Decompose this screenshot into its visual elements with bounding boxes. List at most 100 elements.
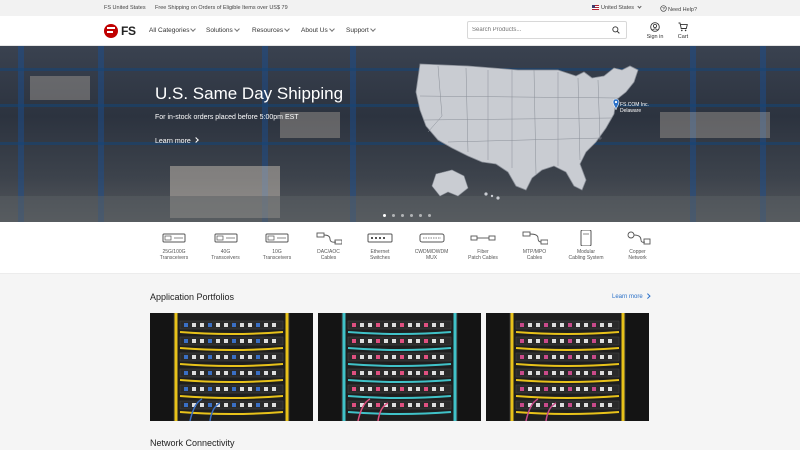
portfolios-learn-more-label: Learn more (612, 294, 643, 300)
category-label: Ethernet Switches (369, 249, 390, 261)
category-label: DAC/AOC Cables (317, 249, 340, 261)
transceiver-icon (265, 233, 289, 243)
category-label: CWDM/DWDM MUX (414, 249, 449, 261)
nav-label: About Us (301, 27, 328, 34)
cart-icon (678, 22, 688, 32)
category-strip: 25G/100G Transceivers 40G Transceivers 10G… (0, 222, 800, 274)
carousel-dot[interactable] (401, 214, 404, 217)
carousel-dot[interactable] (392, 214, 395, 217)
hero-title: U.S. Same Day Shipping (155, 84, 344, 103)
us-flag-icon (592, 5, 599, 10)
category-label: 25G/100G Transceivers (159, 249, 189, 261)
category-item[interactable]: MTP/MPO Cables (508, 230, 562, 261)
chevron-right-icon (192, 137, 199, 143)
category-label: 10G Transceivers (262, 249, 292, 261)
mux-icon (419, 233, 444, 243)
category-item[interactable]: 40G Transceivers (199, 230, 253, 261)
transceiver-icon (214, 233, 237, 243)
warehouse-floor (0, 196, 800, 222)
warehouse-shelf (0, 104, 800, 107)
carousel-dot[interactable] (428, 214, 431, 217)
free-shipping-promo[interactable]: Free Shipping on Orders of Eligible Item… (155, 5, 288, 11)
cart-label: Cart (677, 34, 689, 40)
cart-button[interactable]: Cart (671, 22, 695, 40)
sign-in-button[interactable]: Sign in (643, 22, 667, 40)
portfolio-card-3[interactable] (486, 313, 649, 421)
portfolio-card-1[interactable] (150, 313, 313, 421)
chevron-down-icon (636, 4, 642, 9)
need-help-label: Need Help? (668, 7, 698, 13)
chat-icon (660, 5, 667, 12)
category-item[interactable]: 25G/100G Transceivers (147, 230, 201, 261)
mtp-cable-icon (522, 231, 548, 245)
warehouse-shelf (0, 142, 800, 145)
search-input[interactable] (472, 24, 607, 36)
carousel-dots (383, 214, 431, 217)
chevron-down-icon (190, 26, 197, 32)
server-rack-image (150, 313, 313, 421)
category-label: Fiber Patch Cables (468, 249, 498, 261)
top-utility-bar: FS United States Free Shipping on Orders… (0, 0, 800, 16)
main-header: FS All Categories Solutions Resources Ab… (0, 16, 800, 46)
nav-resources[interactable]: Resources (252, 26, 290, 34)
carousel-dot[interactable] (383, 214, 386, 217)
category-item[interactable]: 10G Transceivers (250, 230, 304, 261)
category-label: Modular Cabling System (568, 249, 604, 261)
chevron-right-icon (644, 293, 650, 299)
user-icon (650, 22, 660, 32)
us-map-image (415, 63, 639, 200)
category-item[interactable]: Ethernet Switches (353, 230, 407, 261)
pin-place: Delaware (620, 108, 642, 114)
copper-cable-icon (627, 231, 650, 245)
fs-logo-mark-icon (104, 24, 118, 38)
nav-all-categories[interactable]: All Categories (149, 26, 197, 34)
carousel-dot[interactable] (419, 214, 422, 217)
warehouse-boxes (30, 76, 90, 100)
chevron-down-icon (328, 26, 335, 32)
portfolio-card-2[interactable] (318, 313, 481, 421)
server-rack-image (318, 313, 481, 421)
modular-enclosure-icon (580, 230, 592, 246)
nav-label: All Categories (149, 27, 190, 34)
hero-subtitle: For in-stock orders placed before 5:00pm… (155, 114, 299, 121)
warehouse-boxes (660, 112, 770, 138)
sign-in-label: Sign in (646, 34, 664, 40)
search-icon[interactable] (612, 26, 620, 34)
hero-learn-more-label: Learn more (155, 138, 191, 145)
logo-text: FS (121, 24, 136, 38)
switch-icon (367, 233, 393, 243)
region-selector[interactable]: United States (592, 4, 642, 11)
nav-about-us[interactable]: About Us (301, 26, 335, 34)
site-label: FS United States (104, 5, 146, 11)
search-box (467, 21, 627, 39)
category-label: MTP/MPO Cables (522, 249, 547, 261)
nav-label: Support (346, 27, 369, 34)
category-label: 40G Transceivers (211, 249, 240, 261)
nav-support[interactable]: Support (346, 26, 376, 34)
category-label: Copper Network (628, 249, 647, 261)
hero-banner[interactable]: U.S. Same Day Shipping For in-stock orde… (0, 46, 800, 222)
chevron-down-icon (284, 26, 290, 32)
nav-label: Resources (252, 27, 284, 34)
category-item[interactable]: CWDM/DWDM MUX (405, 230, 459, 261)
category-item[interactable]: Modular Cabling System (559, 230, 613, 261)
need-help-link[interactable]: Need Help? (660, 5, 697, 13)
warehouse-shelf (0, 68, 800, 71)
application-portfolios-title: Application Portfolios (150, 292, 235, 302)
server-rack-image (486, 313, 649, 421)
category-item[interactable]: Fiber Patch Cables (456, 230, 510, 261)
category-item[interactable]: Copper Network (611, 230, 665, 261)
nav-solutions[interactable]: Solutions (206, 26, 240, 34)
category-item[interactable]: DAC/AOC Cables (302, 230, 356, 261)
map-pin-label: FS.COM Inc. Delaware (620, 102, 649, 114)
nav-label: Solutions (206, 27, 233, 34)
patch-cable-icon (470, 235, 496, 241)
chevron-down-icon (369, 26, 376, 32)
carousel-dot[interactable] (410, 214, 413, 217)
dac-cable-icon (316, 232, 342, 245)
fs-logo[interactable]: FS (104, 24, 136, 38)
region-label: United States (601, 5, 635, 11)
chevron-down-icon (233, 26, 240, 32)
hero-learn-more-link[interactable]: Learn more (155, 137, 199, 145)
portfolios-learn-more-link[interactable]: Learn more (612, 293, 650, 300)
